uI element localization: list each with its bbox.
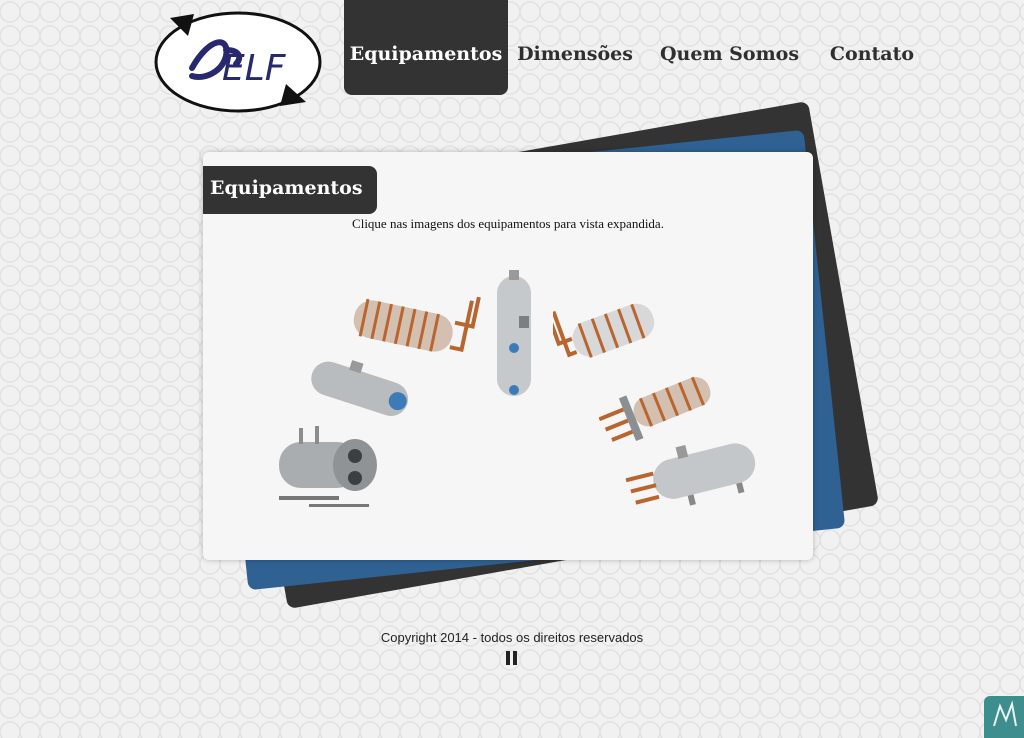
steel-tank-heater-icon[interactable] [623,430,763,522]
vertical-tank-icon[interactable] [493,270,543,402]
logo-graphic: ELF [154,11,322,113]
pause-icon[interactable] [506,651,518,665]
section-intro: Clique nas imagens dos equipamentos para… [352,216,664,231]
nav-contato[interactable]: Contato [826,0,918,95]
coil-heater-icon[interactable] [343,282,483,372]
main-nav: Equipamentos Dimensões Quem Somos Contat… [344,0,944,95]
nav-equipamentos[interactable]: Equipamentos [344,0,508,95]
footer-copyright: Copyright 2014 - todos os direitos reser… [380,630,644,645]
content-card: Equipamentos Clique nas imagens dos equi… [203,152,813,560]
nav-dimensoes[interactable]: Dimensões [514,0,636,95]
equipment-gallery [203,262,813,552]
self-logo[interactable]: ELF [152,6,324,114]
corner-widget-icon[interactable] [984,696,1024,738]
section-title: Equipamentos [203,166,377,214]
nav-quem-somos[interactable]: Quem Somos [660,0,799,95]
logo-text: ELF [222,48,287,89]
